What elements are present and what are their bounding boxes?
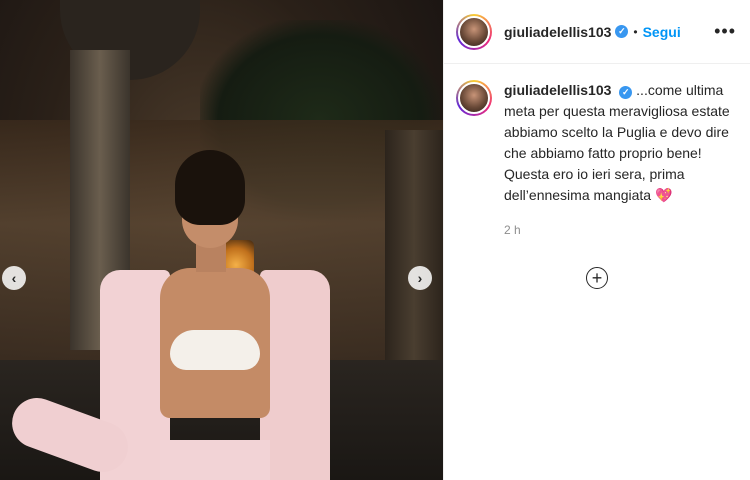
- caption-block: giuliadelellis103 ✓ ...come ultima meta …: [444, 64, 750, 241]
- next-photo-button[interactable]: ›: [408, 266, 432, 290]
- chevron-left-icon: ‹: [11, 270, 17, 286]
- chevron-right-icon: ›: [417, 270, 423, 286]
- add-comment-icon[interactable]: +: [586, 267, 608, 289]
- person-figure: [5, 150, 330, 480]
- avatar-image: [458, 82, 490, 114]
- post-timestamp[interactable]: 2 h: [504, 220, 734, 241]
- post-sidebar: giuliadelellis103 ✓ • Segui ••• giuliade…: [443, 0, 750, 480]
- jacket-shape: [260, 270, 330, 480]
- post-viewer: ‹ › giuliadelellis103 ✓ • Segui ••• giul…: [0, 0, 750, 480]
- pillar-shape: [385, 130, 443, 390]
- avatar[interactable]: [456, 80, 492, 116]
- caption-body: giuliadelellis103 ✓ ...come ultima meta …: [504, 80, 734, 241]
- avatar-image: [458, 15, 490, 48]
- verified-badge-icon: ✓: [619, 86, 633, 99]
- top-shape: [170, 330, 260, 370]
- pants-shape: [160, 440, 270, 480]
- verified-badge-icon: ✓: [615, 25, 629, 38]
- hair-shape: [175, 150, 245, 225]
- post-header: giuliadelellis103 ✓ • Segui •••: [444, 0, 750, 64]
- previous-photo-button[interactable]: ‹: [2, 266, 26, 290]
- separator-dot: •: [633, 24, 638, 39]
- post-photo[interactable]: ‹ ›: [0, 0, 443, 480]
- follow-button[interactable]: Segui: [643, 24, 681, 40]
- more-options-icon[interactable]: •••: [714, 21, 736, 42]
- avatar[interactable]: [456, 13, 492, 50]
- caption-text: ...come ultima meta per questa meravigli…: [504, 82, 730, 203]
- caption-username-link[interactable]: giuliadelellis103: [504, 82, 611, 98]
- plus-icon: +: [591, 268, 603, 288]
- username-link[interactable]: giuliadelellis103: [504, 24, 611, 40]
